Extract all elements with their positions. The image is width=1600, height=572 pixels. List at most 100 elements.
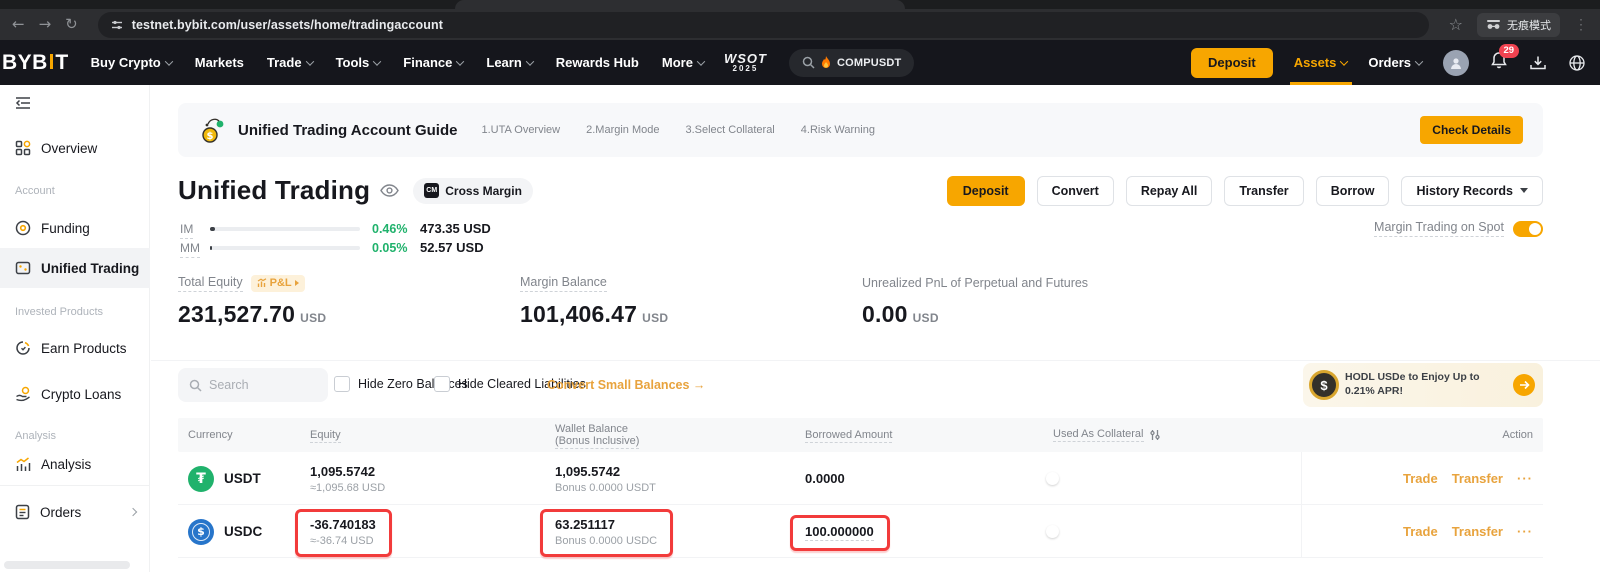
promo-arrow-button[interactable]: [1513, 374, 1535, 396]
browser-menu-icon[interactable]: ⋮: [1574, 16, 1588, 33]
asset-search-box[interactable]: [178, 368, 328, 402]
convert-button[interactable]: Convert: [1037, 176, 1114, 206]
usdc-icon: $: [188, 519, 214, 545]
notifications-bell[interactable]: 29: [1490, 51, 1508, 75]
nav-item-trade[interactable]: Trade: [267, 55, 313, 70]
nav-item-rewards-hub[interactable]: Rewards Hub: [556, 55, 639, 70]
transfer-button[interactable]: Transfer: [1224, 176, 1303, 206]
sidebar-item-unified-trading[interactable]: Unified Trading: [0, 248, 150, 288]
incognito-label: 无痕模式: [1507, 17, 1551, 33]
avatar[interactable]: [1443, 50, 1469, 76]
margin-trading-label: Margin Trading on Spot: [1374, 220, 1504, 237]
sidebar-item-analysis[interactable]: Analysis: [0, 447, 150, 481]
site-settings-icon[interactable]: [110, 18, 124, 32]
unrealized-pnl-value: 0.00USD: [862, 301, 1204, 328]
chevron-down-icon: [373, 57, 381, 65]
nav-deposit-button[interactable]: Deposit: [1191, 48, 1273, 78]
checkbox-icon[interactable]: [434, 376, 450, 392]
more-actions-icon[interactable]: ···: [1517, 524, 1533, 539]
check-details-button[interactable]: Check Details: [1420, 116, 1523, 144]
bybit-logo[interactable]: BYBT: [2, 51, 69, 75]
bookmark-star-icon[interactable]: ☆: [1449, 17, 1463, 33]
nav-item-more[interactable]: More: [662, 55, 704, 70]
deposit-button[interactable]: Deposit: [947, 176, 1025, 206]
mm-value: 52.57 USD: [420, 240, 484, 255]
equity-cell: 1,095.5742 ≈1,095.68 USD: [310, 464, 555, 494]
collateral-cell: [1053, 523, 1301, 541]
stats-row: Total Equity P&L 231,527.70USD Margin Ba…: [178, 274, 1204, 328]
nav-item-buy-crypto[interactable]: Buy Crypto: [91, 55, 172, 70]
nav-item-orders[interactable]: Orders: [1368, 55, 1422, 70]
transfer-link[interactable]: Transfer: [1452, 471, 1503, 486]
nav-search-value: COMPUSDT: [837, 57, 902, 69]
guide-illustration-icon: $: [198, 115, 228, 145]
nav-search[interactable]: COMPUSDT: [789, 49, 915, 77]
sidebar-item-crypto-loans[interactable]: Crypto Loans: [0, 377, 150, 411]
browser-chrome: ← → ↻ testnet.bybit.com/user/assets/home…: [0, 0, 1600, 40]
chevron-down-icon: [1415, 57, 1423, 65]
chevron-down-icon: [1340, 57, 1348, 65]
browser-active-tab[interactable]: [455, 0, 905, 9]
pnl-badge[interactable]: P&L: [251, 275, 305, 292]
reload-icon[interactable]: ↻: [65, 17, 78, 32]
nav-item-learn[interactable]: Learn: [486, 55, 532, 70]
margin-mode-badge[interactable]: CM Cross Margin: [413, 178, 533, 204]
nav-item-tools[interactable]: Tools: [336, 55, 381, 70]
url-text: testnet.bybit.com/user/assets/home/tradi…: [132, 18, 443, 32]
margin-ratio-block: IM 0.46% 473.35 USD MM 0.05% 52.57 USD: [180, 219, 491, 257]
wsot-2025-logo[interactable]: WSOT 2025: [724, 52, 767, 73]
nav-item-markets[interactable]: Markets: [195, 55, 244, 70]
annotation-box-wallet: 63.251117 Bonus 0.0000 USDC: [540, 509, 673, 557]
collateral-settings-icon[interactable]: [1149, 429, 1161, 441]
address-bar[interactable]: testnet.bybit.com/user/assets/home/tradi…: [98, 12, 1429, 38]
borrow-button[interactable]: Borrow: [1316, 176, 1390, 206]
incognito-badge: 无痕模式: [1477, 13, 1560, 37]
collateral-cell: [1053, 470, 1301, 488]
usde-promo-banner[interactable]: $ HODL USDe to Enjoy Up to 0.21% APR!: [1303, 363, 1543, 407]
sidebar: Overview Account Funding Unified Trading…: [0, 85, 150, 572]
repay-all-button[interactable]: Repay All: [1126, 176, 1213, 206]
sidebar-section-invested-products: Invested Products: [15, 306, 103, 318]
trade-link[interactable]: Trade: [1403, 471, 1438, 486]
im-label: IM: [180, 222, 210, 236]
sidebar-bottom-divider: [4, 561, 130, 569]
transfer-link[interactable]: Transfer: [1452, 524, 1503, 539]
convert-small-balances-link[interactable]: Convert Small Balances →: [547, 378, 705, 392]
sidebar-section-analysis: Analysis: [15, 430, 56, 442]
chevron-down-icon: [456, 57, 464, 65]
uta-guide-banner: $ Unified Trading Account Guide 1.UTA Ov…: [178, 103, 1543, 157]
sidebar-item-earn-products[interactable]: Earn Products: [0, 331, 150, 365]
hide-balance-eye-icon[interactable]: [380, 184, 399, 197]
search-icon: [802, 56, 815, 69]
header-borrowed-amount: Borrowed Amount: [805, 429, 1053, 441]
table-row-usdt: ₮ USDT 1,095.5742 ≈1,095.68 USD 1,095.57…: [178, 452, 1543, 505]
checkbox-icon[interactable]: [334, 376, 350, 392]
back-icon[interactable]: ←: [12, 17, 25, 32]
chevron-down-icon: [305, 57, 313, 65]
currency-cell: $ USDC: [188, 519, 310, 545]
globe-icon: [1568, 54, 1586, 72]
chevron-right-icon: [129, 508, 137, 516]
sidebar-collapse-button[interactable]: [0, 91, 150, 115]
search-input[interactable]: [209, 378, 309, 392]
trade-link[interactable]: Trade: [1403, 524, 1438, 539]
forward-icon[interactable]: →: [39, 17, 52, 32]
assets-table-header: Currency Equity Wallet Balance(Bonus Inc…: [178, 418, 1543, 452]
sidebar-item-overview[interactable]: Overview: [0, 131, 150, 165]
history-records-button[interactable]: History Records: [1401, 176, 1543, 206]
nav-item-finance[interactable]: Finance: [403, 55, 463, 70]
mm-row: MM 0.05% 52.57 USD: [180, 238, 491, 257]
header-equity: Equity: [310, 429, 555, 441]
sidebar-item-funding[interactable]: Funding: [0, 211, 150, 245]
account-title-row: Unified Trading CM Cross Margin Deposit …: [178, 175, 1543, 206]
language-selector[interactable]: [1568, 54, 1586, 72]
nav-item-assets[interactable]: Assets: [1294, 40, 1348, 85]
sidebar-divider: [0, 485, 150, 486]
margin-trading-toggle[interactable]: [1513, 221, 1543, 237]
more-actions-icon[interactable]: ···: [1517, 471, 1533, 486]
download-app-button[interactable]: [1529, 54, 1547, 72]
main-content: $ Unified Trading Account Guide 1.UTA Ov…: [151, 85, 1600, 572]
nav-right-cluster: Deposit Assets Orders 29: [1191, 40, 1586, 85]
chevron-down-icon: [1520, 188, 1528, 193]
sidebar-item-orders[interactable]: Orders: [0, 495, 150, 529]
